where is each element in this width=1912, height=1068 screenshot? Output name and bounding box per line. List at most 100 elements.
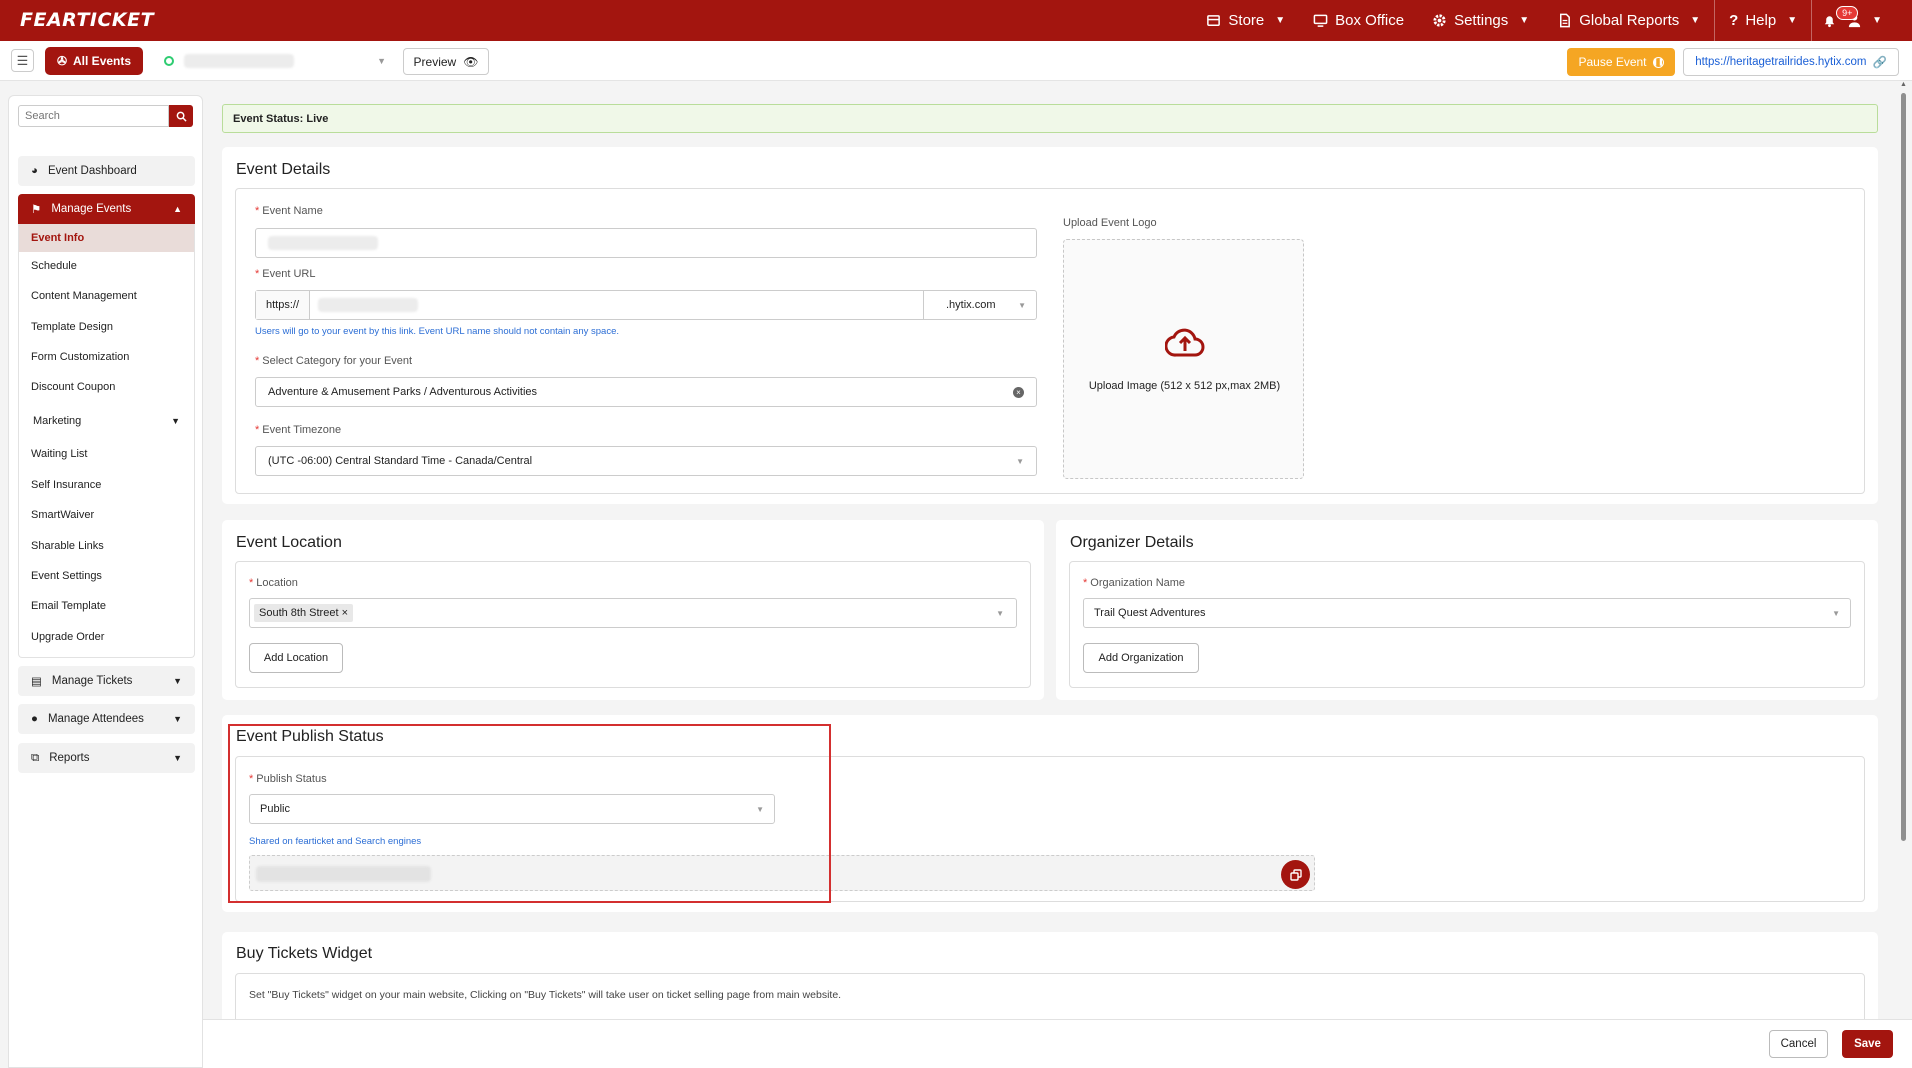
sidebar-item-manage-tickets[interactable]: ▤ Manage Tickets ▼: [18, 666, 195, 696]
sidebar-item-event-info[interactable]: Event Info: [19, 224, 194, 252]
all-events-button[interactable]: ✇ All Events: [45, 47, 143, 75]
sidebar-item-template-design[interactable]: Template Design: [19, 312, 194, 342]
nav-store[interactable]: Store ▼: [1192, 0, 1299, 41]
sidebar-item-label: Self Insurance: [31, 479, 102, 491]
add-location-button[interactable]: Add Location: [249, 643, 343, 673]
event-site-url: https://heritagetrailrides.hytix.com: [1695, 56, 1867, 68]
chevron-down-icon[interactable]: ▼: [1872, 15, 1882, 26]
search-button[interactable]: [169, 105, 193, 127]
sidebar-item-event-dashboard[interactable]: ◕ Event Dashboard: [18, 156, 195, 186]
sidebar-item-smartwaiver[interactable]: SmartWaiver: [19, 500, 194, 530]
url-suffix-select[interactable]: .hytix.com ▼: [923, 291, 1036, 319]
sidebar-item-email-template[interactable]: Email Template: [19, 591, 194, 621]
category-label: * Select Category for your Event: [255, 355, 413, 367]
scroll-thumb[interactable]: [1901, 93, 1906, 841]
url-prefix: https://: [256, 291, 311, 319]
add-organization-button[interactable]: Add Organization: [1083, 643, 1199, 673]
sidebar-item-label: Email Template: [31, 600, 106, 612]
chevron-down-icon: ▼: [1016, 456, 1024, 466]
live-status-icon: [164, 56, 174, 66]
main-scrollbar[interactable]: ▲: [1899, 81, 1907, 844]
nav-store-label: Store: [1228, 12, 1265, 29]
sidebar-item-label: Reports: [49, 752, 90, 764]
eye-icon: 👁: [463, 54, 479, 69]
timezone-select[interactable]: (UTC -06:00) Central Standard Time - Can…: [255, 446, 1037, 476]
clear-icon[interactable]: ×: [1013, 386, 1024, 398]
sidebar-search-input[interactable]: [18, 105, 169, 127]
manage-events-submenu: Event Info Schedule Content Management T…: [18, 224, 195, 658]
sidebar-item-schedule[interactable]: Schedule: [19, 251, 194, 281]
upload-logo-dropzone[interactable]: Upload Image (512 x 512 px,max 2MB): [1063, 239, 1304, 479]
chevron-down-icon: ▼: [173, 714, 182, 724]
organization-value: Trail Quest Adventures: [1094, 607, 1206, 619]
scroll-up-arrow[interactable]: ▲: [1900, 81, 1907, 88]
sidebar-item-upgrade-order[interactable]: Upgrade Order: [19, 622, 194, 652]
event-url-hint: Users will go to your event by this link…: [255, 326, 620, 337]
gear-icon: [1433, 14, 1446, 27]
upload-instructions: Upload Image (512 x 512 px,max 2MB): [1088, 380, 1281, 392]
sidebar-item-label: Event Settings: [31, 570, 102, 582]
upload-logo-label: Upload Event Logo: [1063, 217, 1157, 229]
event-url-label: * Event URL: [255, 268, 316, 280]
chevron-up-icon: ▲: [173, 204, 182, 214]
category-select[interactable]: Adventure & Amusement Parks / Adventurou…: [255, 377, 1037, 407]
sidebar-item-self-insurance[interactable]: Self Insurance: [19, 470, 194, 500]
chevron-down-icon: ▼: [1018, 300, 1026, 310]
nav-settings[interactable]: Settings ▼: [1418, 0, 1543, 41]
nav-global-reports[interactable]: Global Reports ▼: [1543, 0, 1714, 41]
report-icon: [1560, 13, 1571, 28]
link-icon: 🔗: [1872, 57, 1887, 69]
preview-button[interactable]: Preview 👁: [403, 48, 489, 75]
cancel-button[interactable]: Cancel: [1769, 1030, 1828, 1058]
app-logo[interactable]: FEARTICKET: [20, 9, 154, 31]
nav-help[interactable]: ? Help ▼: [1715, 0, 1811, 41]
save-button[interactable]: Save: [1842, 1030, 1893, 1058]
event-url-field[interactable]: https:// .hytix.com ▼: [255, 290, 1037, 320]
hamburger-menu-button[interactable]: ☰: [11, 49, 34, 72]
event-url-redacted: [318, 298, 419, 312]
sidebar-item-content-management[interactable]: Content Management: [19, 281, 194, 311]
event-selector[interactable]: ▼: [164, 51, 386, 71]
sidebar-item-marketing[interactable]: Marketing ▼: [21, 406, 196, 436]
sidebar-item-event-settings[interactable]: Event Settings: [19, 561, 194, 591]
timezone-label: * Event Timezone: [255, 424, 342, 436]
remove-chip-icon[interactable]: ×: [342, 607, 348, 619]
chevron-down-icon: ▼: [173, 753, 182, 763]
sidebar-item-manage-attendees[interactable]: ● Manage Attendees ▼: [18, 704, 195, 734]
event-name-field[interactable]: [255, 228, 1037, 258]
organization-select[interactable]: Trail Quest Adventures ▼: [1083, 598, 1851, 628]
notification-area[interactable]: 9+ ▼: [1812, 0, 1892, 41]
nav-box-office[interactable]: Box Office: [1299, 0, 1418, 41]
event-site-link[interactable]: https://heritagetrailrides.hytix.com 🔗: [1683, 48, 1899, 76]
sidebar-item-label: Upgrade Order: [31, 631, 105, 643]
event-status-banner: Event Status: Live: [222, 104, 1878, 133]
sidebar-item-discount-coupon[interactable]: Discount Coupon: [19, 372, 194, 402]
event-name-redacted: [184, 54, 294, 68]
sidebar-item-label: Manage Attendees: [47, 713, 144, 725]
chevron-down-icon: ▼: [1690, 15, 1701, 26]
sidebar-item-label: Event Info: [31, 232, 85, 244]
sidebar-item-reports[interactable]: ⧉ Reports ▼: [18, 743, 195, 773]
sidebar: ◕ Event Dashboard ⚑ Manage Events ▲ Even…: [8, 95, 203, 1068]
cloud-upload-icon: [1165, 328, 1205, 357]
location-select[interactable]: South 8th Street × ▼: [249, 598, 1017, 628]
chevron-down-icon: ▼: [1832, 608, 1840, 618]
chevron-down-icon: ▼: [1787, 15, 1798, 26]
location-chip: South 8th Street ×: [254, 604, 353, 622]
sidebar-item-label: Schedule: [31, 260, 77, 272]
search-icon: [176, 111, 187, 122]
store-icon: [1207, 15, 1221, 26]
pause-event-button[interactable]: Pause Event ❚❚: [1567, 48, 1675, 76]
bell-icon[interactable]: [1822, 13, 1837, 28]
section-title: Event Details: [236, 161, 331, 178]
preview-label: Preview: [413, 54, 457, 69]
top-nav-menu: Store ▼ Box Office Settings ▼ Global Rep…: [1192, 0, 1892, 41]
sidebar-item-waiting-list[interactable]: Waiting List: [19, 439, 194, 469]
copy-url-button[interactable]: [1281, 860, 1310, 889]
sidebar-item-manage-events[interactable]: ⚑ Manage Events ▲: [18, 194, 195, 224]
sidebar-item-label: Waiting List: [31, 448, 88, 460]
sidebar-item-label: Sharable Links: [31, 540, 104, 552]
sidebar-item-label: Manage Tickets: [51, 675, 133, 687]
sidebar-item-sharable-links[interactable]: Sharable Links: [19, 531, 194, 561]
sidebar-item-form-customization[interactable]: Form Customization: [19, 342, 194, 372]
